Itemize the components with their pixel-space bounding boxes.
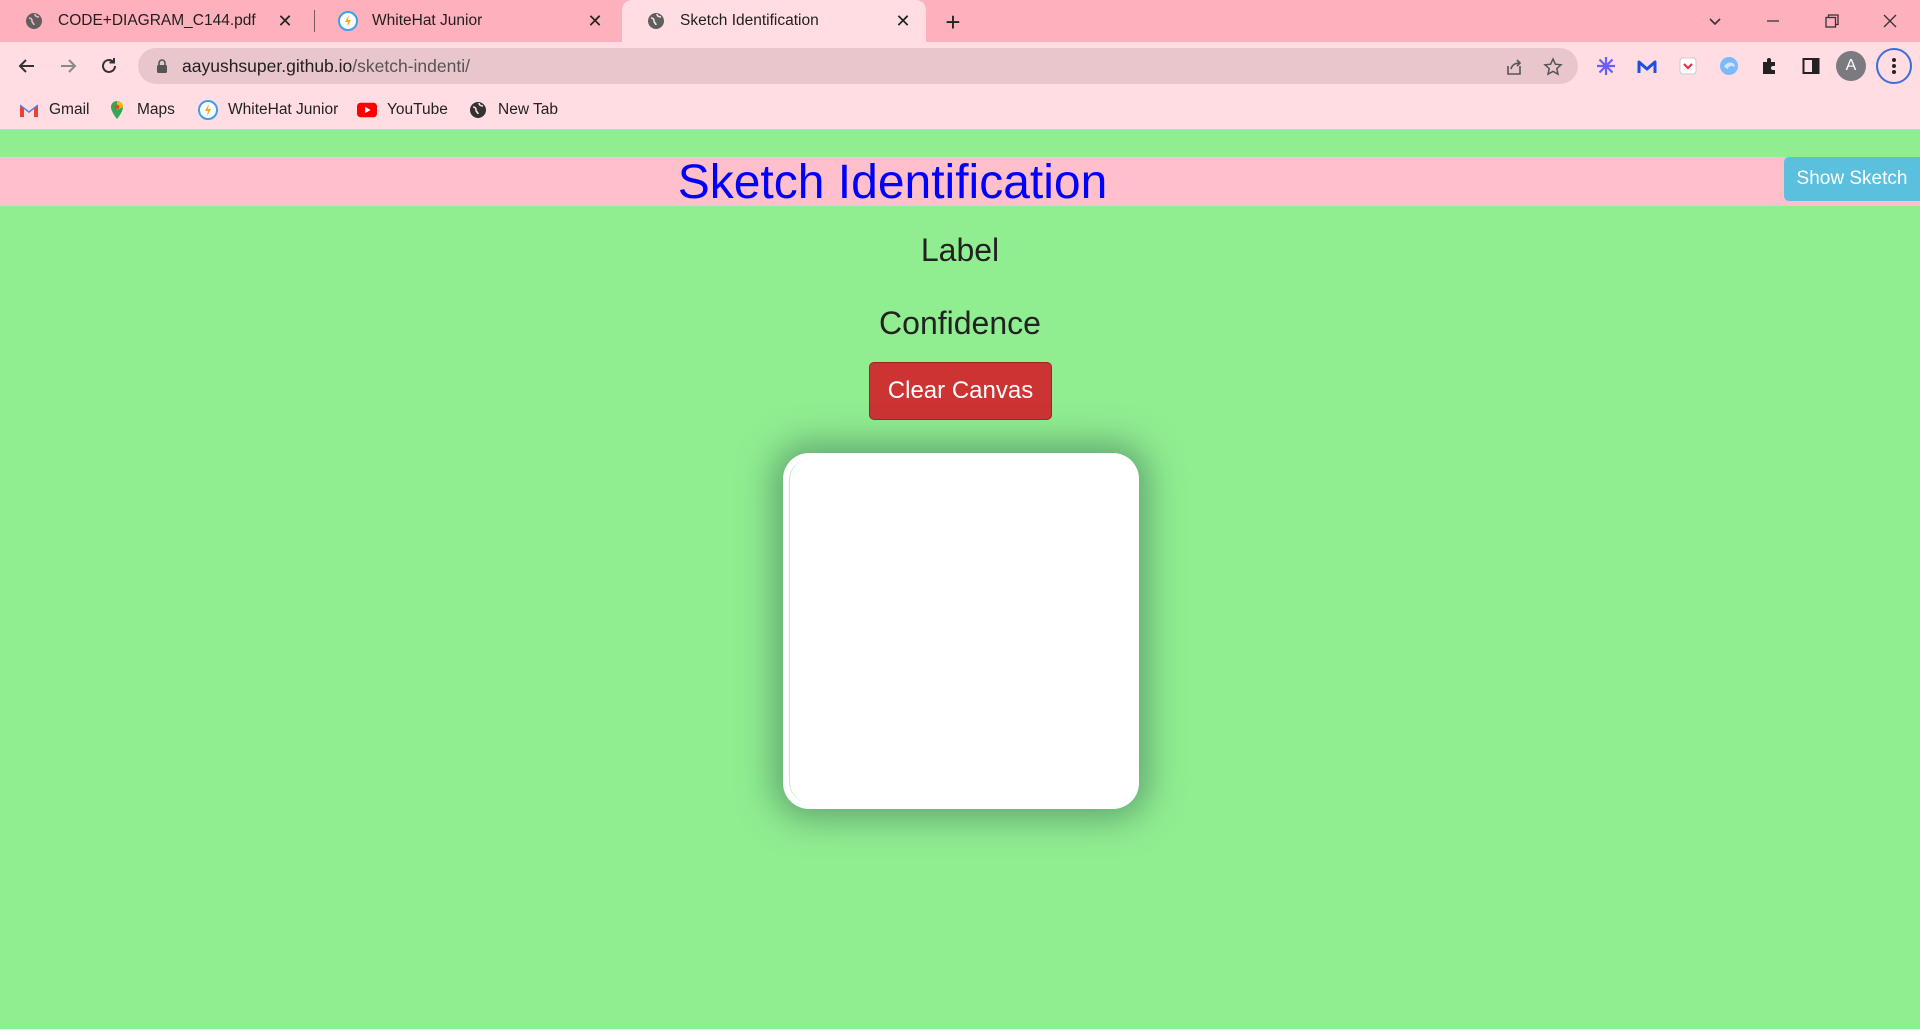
tab-whitehat-junior[interactable]: WhiteHat Junior ✕ bbox=[314, 0, 618, 42]
bookmark-gmail[interactable]: Gmail bbox=[19, 96, 89, 124]
lock-icon[interactable] bbox=[154, 58, 170, 74]
tab-sketch-identification[interactable]: Sketch Identification ✕ bbox=[622, 0, 926, 42]
bookmark-label: Maps bbox=[137, 101, 175, 118]
gmail-icon bbox=[19, 100, 39, 120]
tab-search-icon[interactable] bbox=[1698, 6, 1732, 36]
restore-icon[interactable] bbox=[1815, 6, 1849, 36]
close-icon[interactable]: ✕ bbox=[272, 8, 298, 34]
label-text: Label bbox=[920, 232, 1000, 268]
pocket-extension-icon[interactable] bbox=[1675, 53, 1701, 79]
bookmark-label: WhiteHat Junior bbox=[228, 101, 339, 118]
address-bar[interactable]: aayushsuper.github.io/sketch-indenti/ bbox=[138, 48, 1578, 84]
page-title: Sketch Identification bbox=[677, 156, 1108, 209]
menu-kebab-icon[interactable] bbox=[1876, 48, 1912, 84]
bookmark-youtube[interactable]: YouTube bbox=[357, 96, 448, 124]
side-panel-icon[interactable] bbox=[1798, 53, 1824, 79]
tab-title: Sketch Identification bbox=[680, 12, 819, 29]
edge-extension-icon[interactable] bbox=[1716, 53, 1742, 79]
bookmark-label: YouTube bbox=[387, 101, 448, 118]
ai-extension-icon[interactable] bbox=[1593, 53, 1619, 79]
whitehat-icon bbox=[198, 100, 218, 120]
globe-icon bbox=[468, 100, 488, 120]
bookmark-label: New Tab bbox=[498, 101, 559, 118]
url-text[interactable]: aayushsuper.github.io/sketch-indenti/ bbox=[182, 56, 470, 77]
close-icon[interactable]: ✕ bbox=[890, 8, 916, 34]
show-sketch-button[interactable]: Show Sketch bbox=[1784, 157, 1920, 201]
globe-icon bbox=[646, 11, 666, 31]
tab-strip: CODE+DIAGRAM_C144.pdf ✕ WhiteHat Junior … bbox=[0, 0, 1920, 42]
bookmarks-bar: Gmail Maps WhiteHat Junior YouTube New T… bbox=[0, 90, 1920, 130]
bookmark-maps[interactable]: Maps bbox=[107, 96, 175, 124]
whitehat-icon bbox=[338, 11, 358, 31]
sketch-canvas[interactable] bbox=[783, 453, 1139, 809]
close-window-icon[interactable] bbox=[1873, 6, 1907, 36]
url-host: aayushsuper.github.io bbox=[182, 55, 353, 76]
url-path: /sketch-indenti/ bbox=[352, 55, 470, 76]
browser-toolbar: aayushsuper.github.io/sketch-indenti/ A bbox=[0, 42, 1920, 90]
clear-canvas-button[interactable]: Clear Canvas bbox=[869, 362, 1052, 420]
bookmark-whitehat[interactable]: WhiteHat Junior bbox=[198, 96, 338, 124]
malwarebytes-icon[interactable] bbox=[1634, 53, 1660, 79]
bookmark-star-icon[interactable] bbox=[1542, 56, 1564, 78]
minimize-icon[interactable] bbox=[1756, 6, 1790, 36]
tab-code-diagram[interactable]: CODE+DIAGRAM_C144.pdf ✕ bbox=[0, 0, 308, 42]
new-tab-button[interactable]: + bbox=[939, 7, 967, 37]
bookmark-new-tab[interactable]: New Tab bbox=[468, 96, 558, 124]
page-body: Sketch Identification Show Sketch Label … bbox=[0, 130, 1920, 1030]
tab-title: WhiteHat Junior bbox=[372, 12, 483, 29]
extensions-puzzle-icon[interactable] bbox=[1757, 53, 1783, 79]
bookmark-label: Gmail bbox=[49, 101, 90, 118]
profile-avatar[interactable]: A bbox=[1836, 51, 1866, 81]
reload-icon[interactable] bbox=[93, 50, 125, 82]
close-icon[interactable]: ✕ bbox=[582, 8, 608, 34]
canvas-edge bbox=[789, 459, 810, 803]
confidence-text: Confidence bbox=[879, 305, 1041, 341]
share-icon[interactable] bbox=[1503, 56, 1525, 78]
youtube-icon bbox=[357, 100, 377, 120]
back-arrow-icon[interactable] bbox=[11, 50, 43, 82]
forward-arrow-icon[interactable] bbox=[52, 50, 84, 82]
globe-icon bbox=[24, 11, 44, 31]
maps-icon bbox=[107, 100, 127, 120]
tab-title: CODE+DIAGRAM_C144.pdf bbox=[58, 12, 256, 29]
